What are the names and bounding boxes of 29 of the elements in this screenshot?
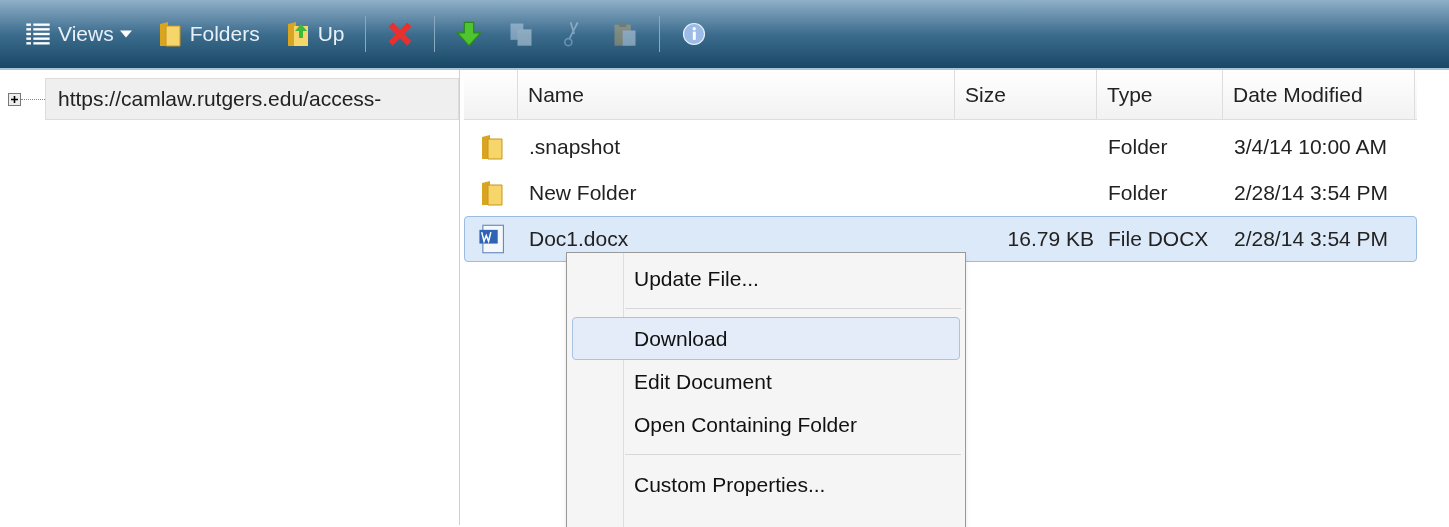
plus-icon [10,94,19,104]
file-type: Folder [1107,134,1169,161]
file-size: 16.79 KB [1006,226,1095,253]
menu-item[interactable]: Custom Properties... [572,463,960,506]
file-name: Doc1.docx [528,226,630,253]
column-header[interactable]: Date Modified [1223,70,1415,119]
file-date: 3/4/14 10:00 AM [1233,134,1388,161]
file-date: 2/28/14 3:54 PM [1233,180,1390,207]
menu-item[interactable]: Open Containing Folder [572,403,960,446]
file-name: .snapshot [528,134,622,161]
toolbar-button[interactable]: Views [20,14,136,54]
menu-item[interactable]: Download [572,317,960,360]
download-arrow-icon [454,20,483,48]
toolbar-button[interactable]: Folders [151,14,264,54]
file-type: File DOCX [1107,226,1210,253]
column-header[interactable]: Type [1097,70,1223,119]
tree-item[interactable]: https://camlaw.rutgers.edu/access- [45,78,459,120]
file-type: Folder [1107,180,1169,207]
file-date: 2/28/14 3:54 PM [1233,226,1390,253]
file-row[interactable]: Doc1.docx 16.79 KB File DOCX 2/28/14 3:54 PM [464,216,1417,262]
expand-toggle[interactable] [8,92,21,106]
file-name: New Folder [528,180,638,207]
toolbar-button[interactable]: Up [279,14,349,54]
column-header[interactable]: Name [518,70,955,119]
menu-item[interactable]: Edit Document [572,360,960,403]
file-row[interactable]: .snapshot Folder 3/4/14 10:00 AM [464,124,1417,170]
word-document-icon [478,223,506,255]
file-row[interactable]: New Folder Folder 2/28/14 3:54 PM [464,170,1417,216]
column-header[interactable]: Size [955,70,1097,119]
